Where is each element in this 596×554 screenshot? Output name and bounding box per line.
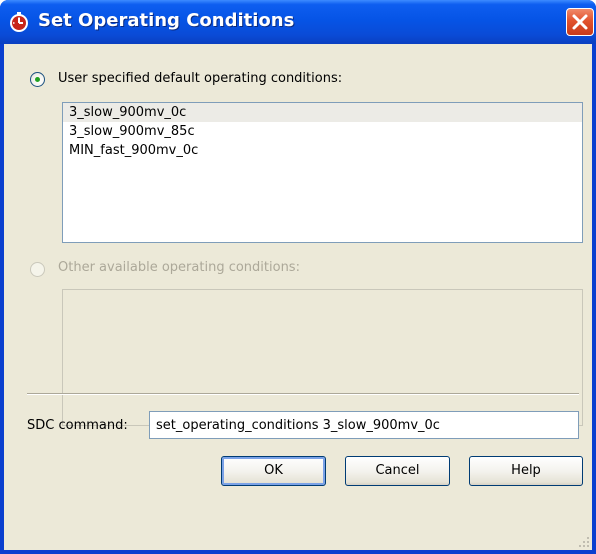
user-conditions-list[interactable]: 3_slow_900mv_0c 3_slow_900mv_85c MIN_fas…	[62, 102, 583, 243]
dialog-body: User specified default operating conditi…	[4, 44, 592, 550]
radio-selected-dot	[35, 77, 40, 82]
sdc-command-field[interactable]	[149, 411, 579, 439]
sdc-command-label: SDC command:	[27, 418, 128, 433]
help-button[interactable]: Help	[469, 456, 583, 486]
cancel-button[interactable]: Cancel	[345, 456, 450, 486]
list-item[interactable]: MIN_fast_900mv_0c	[63, 141, 582, 160]
other-conditions-list	[62, 289, 583, 426]
close-button[interactable]	[566, 8, 594, 36]
user-specified-label[interactable]: User specified default operating conditi…	[58, 71, 342, 86]
close-icon	[572, 14, 588, 30]
dialog-window: Set Operating Conditions User specified …	[0, 0, 596, 554]
other-available-label: Other available operating conditions:	[58, 260, 300, 275]
user-specified-radio[interactable]	[30, 72, 45, 87]
list-item[interactable]: 3_slow_900mv_85c	[63, 122, 582, 141]
title-bar[interactable]: Set Operating Conditions	[0, 0, 596, 44]
window-title: Set Operating Conditions	[38, 10, 295, 31]
list-item[interactable]: 3_slow_900mv_0c	[63, 103, 582, 122]
ok-button[interactable]: OK	[221, 456, 326, 486]
app-stopwatch-icon	[10, 12, 28, 32]
separator	[27, 393, 579, 395]
resize-grip-icon[interactable]	[578, 536, 590, 548]
other-available-radio[interactable]	[30, 262, 45, 277]
